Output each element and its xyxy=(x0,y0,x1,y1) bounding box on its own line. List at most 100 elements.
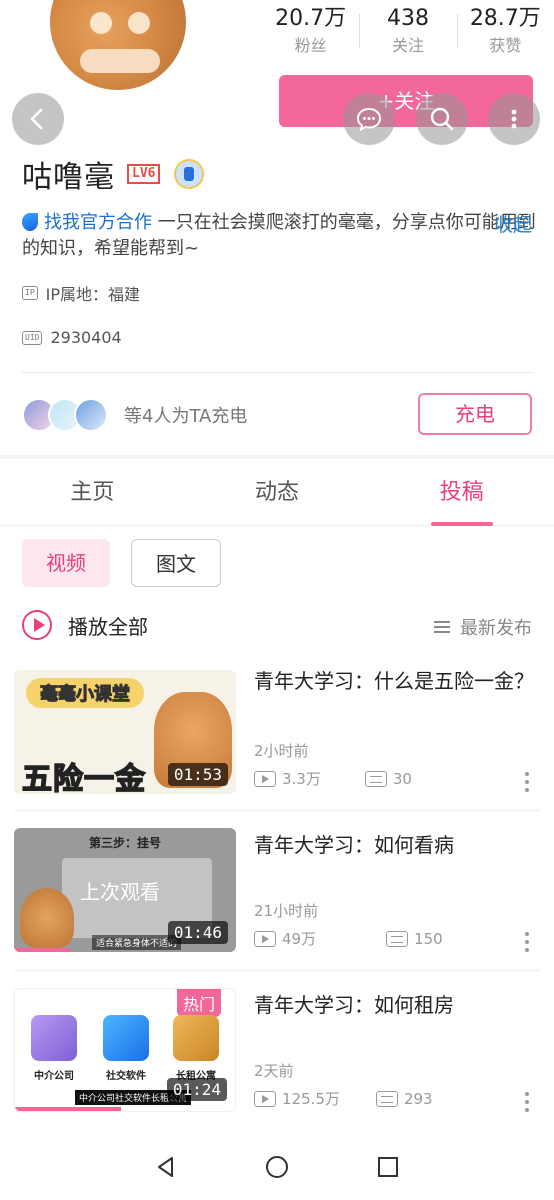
collapse-link[interactable]: 收起 xyxy=(494,210,532,237)
video-danmaku: 30 xyxy=(392,769,412,788)
back-button[interactable] xyxy=(12,93,64,145)
thumb-tag: 毫毫小课堂 xyxy=(26,678,144,708)
system-nav-bar xyxy=(0,1134,554,1200)
ip-icon: IP xyxy=(22,286,38,300)
avatar-decoration xyxy=(80,49,160,73)
video-duration: 01:46 xyxy=(167,921,228,944)
stat-label: 获赞 xyxy=(489,36,522,55)
cat-image xyxy=(20,888,74,948)
tab-home[interactable]: 主页 xyxy=(0,460,185,525)
play-all-label: 播放全部 xyxy=(68,614,148,639)
uid-text[interactable]: 2930404 xyxy=(50,328,121,347)
video-views: 125.5万 xyxy=(282,1090,340,1108)
apartment-icon xyxy=(173,1015,219,1061)
video-item[interactable]: 热门 中介公司 社交软件 长租公寓 中介公司社交软件长租公寓 01:24 青年大… xyxy=(0,978,554,1138)
video-duration: 01:53 xyxy=(167,763,228,786)
charge-button[interactable]: 充电 xyxy=(418,393,532,435)
chat-bubble-icon xyxy=(356,107,382,132)
watch-progress-bar xyxy=(15,1107,121,1111)
profile-stats: 20.7万 粉丝 438 关注 28.7万 获赞 xyxy=(262,4,554,58)
watch-progress-bar xyxy=(14,948,70,952)
stat-value: 438 xyxy=(386,6,429,31)
divider xyxy=(14,970,540,971)
video-time: 2天前 xyxy=(254,1062,294,1080)
level-badge: LV6 xyxy=(127,164,161,184)
stat-label: 粉丝 xyxy=(294,36,327,55)
video-thumbnail[interactable]: 第三步：挂号 上次观看 适合紧急身体不适的 01:46 xyxy=(14,828,236,952)
uid-row: UID 2930404 xyxy=(22,328,122,347)
recents-square-icon[interactable] xyxy=(374,1153,402,1181)
video-danmaku: 293 xyxy=(403,1089,433,1108)
search-button[interactable] xyxy=(416,93,468,145)
video-thumbnail[interactable]: 毫毫小课堂 五险一金 01:53 xyxy=(14,670,236,794)
play-all-button[interactable]: 播放全部 xyxy=(22,610,148,640)
views-icon xyxy=(254,1090,276,1107)
ip-location: IP IP属地：福建 xyxy=(22,281,140,305)
video-item[interactable]: 毫毫小课堂 五险一金 01:53 青年大学习：什么是五险一金？ 2小时前 3.3… xyxy=(0,660,554,820)
thumb-label: 中介公司 xyxy=(34,1071,74,1082)
uid-icon: UID xyxy=(22,330,43,345)
stat-fans[interactable]: 20.7万 粉丝 xyxy=(262,4,359,58)
supporter-avatar[interactable] xyxy=(74,398,108,432)
profile-tabs: 主页 动态 投稿 xyxy=(0,460,554,526)
play-circle-icon xyxy=(22,610,52,640)
stat-value: 28.7万 xyxy=(469,6,541,31)
video-views: 3.3万 xyxy=(282,770,321,788)
app-store-icon xyxy=(103,1015,149,1061)
video-stats: 3.3万 30 xyxy=(254,768,534,789)
cooperation-icon xyxy=(22,213,38,231)
more-button[interactable] xyxy=(488,93,540,145)
video-thumbnail[interactable]: 热门 中介公司 社交软件 长租公寓 中介公司社交软件长租公寓 01:24 xyxy=(14,988,236,1112)
divider xyxy=(14,810,540,811)
avatar-decoration xyxy=(128,12,150,34)
cooperation-link[interactable]: 找我官方合作 xyxy=(44,212,152,233)
divider xyxy=(22,372,532,373)
sort-label: 最新发布 xyxy=(460,618,532,639)
avatar[interactable] xyxy=(48,0,188,92)
bio: 找我官方合作 一只在社会摸爬滚打的毫毫，分享点你可能用到的知识，希望能帮到~ xyxy=(22,210,542,262)
charge-row: 等4人为TA充电 充电 xyxy=(22,393,532,437)
stat-following[interactable]: 438 关注 xyxy=(359,4,456,58)
hot-badge: 热门 xyxy=(176,989,221,1017)
sort-button[interactable]: 最新发布 xyxy=(434,614,532,640)
home-circle-icon[interactable] xyxy=(263,1153,291,1181)
back-triangle-icon[interactable] xyxy=(152,1153,180,1181)
building-icon xyxy=(31,1015,77,1061)
more-vertical-icon[interactable] xyxy=(524,772,530,796)
video-danmaku: 150 xyxy=(414,929,443,948)
tab-dynamics[interactable]: 动态 xyxy=(185,460,370,525)
thumb-text: 五险一金 xyxy=(21,761,146,794)
video-item[interactable]: 第三步：挂号 上次观看 适合紧急身体不适的 01:46 青年大学习：如何看病 2… xyxy=(0,818,554,978)
video-title[interactable]: 青年大学习：如何看病 xyxy=(254,830,534,860)
chevron-left-icon xyxy=(30,108,43,130)
filter-video[interactable]: 视频 xyxy=(22,539,110,587)
tab-uploads[interactable]: 投稿 xyxy=(369,460,554,526)
views-icon xyxy=(254,930,276,947)
medal-badge-icon[interactable] xyxy=(174,159,205,189)
video-stats: 125.5万 293 xyxy=(254,1088,534,1109)
more-vertical-icon xyxy=(511,109,517,129)
name-row: 咕噜毫 LV6 xyxy=(22,152,205,196)
last-watched-label: 上次观看 xyxy=(80,880,160,904)
user-name: 咕噜毫 xyxy=(22,160,115,195)
danmaku-icon xyxy=(386,930,409,947)
video-title[interactable]: 青年大学习：什么是五险一金？ xyxy=(254,666,534,696)
stat-label: 关注 xyxy=(391,36,424,55)
section-divider xyxy=(0,455,554,459)
ip-text: IP属地：福建 xyxy=(45,285,141,304)
more-vertical-icon[interactable] xyxy=(524,932,530,956)
video-title[interactable]: 青年大学习：如何租房 xyxy=(254,990,534,1020)
filter-image-text[interactable]: 图文 xyxy=(131,539,221,587)
avatar-decoration xyxy=(90,12,112,34)
more-vertical-icon[interactable] xyxy=(524,1092,530,1116)
thumb-label: 社交软件 xyxy=(106,1071,146,1082)
video-views: 49万 xyxy=(282,930,317,948)
video-duration: 01:24 xyxy=(166,1078,227,1101)
video-time: 2小时前 xyxy=(254,742,309,760)
stat-likes[interactable]: 28.7万 获赞 xyxy=(456,4,554,58)
search-icon xyxy=(430,107,454,131)
charge-text[interactable]: 等4人为TA充电 xyxy=(124,402,247,428)
message-button[interactable] xyxy=(343,93,395,145)
danmaku-icon xyxy=(375,1090,398,1107)
sort-lines-icon xyxy=(434,621,450,633)
